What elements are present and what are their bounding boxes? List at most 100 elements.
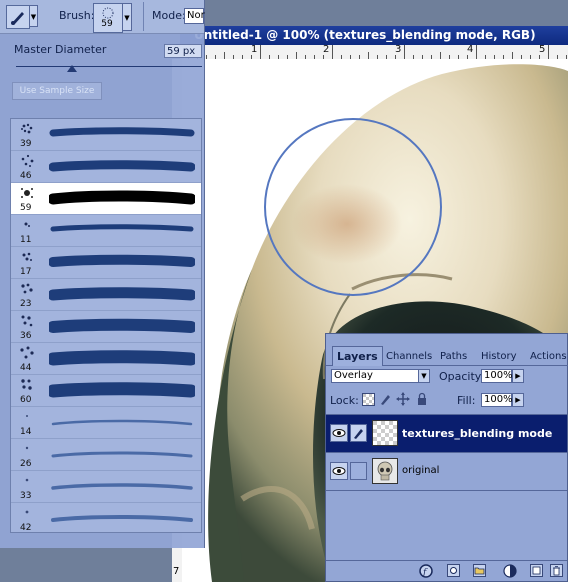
lock-image-icon[interactable]: [379, 392, 391, 406]
brush-preset-item[interactable]: 14: [11, 407, 201, 439]
brush-stroke-preview: [49, 190, 195, 205]
delete-layer-button[interactable]: [550, 564, 563, 577]
brush-preset-item[interactable]: 17: [11, 247, 201, 279]
opacity-input[interactable]: 100%: [481, 369, 513, 383]
ruler-tick: [224, 52, 225, 59]
brush-size-label: 44: [20, 363, 32, 373]
tab-history[interactable]: History: [477, 348, 521, 365]
brush-preset-item-selected[interactable]: 59: [11, 183, 201, 215]
brush-preset-item[interactable]: 46: [11, 151, 201, 183]
layer-name[interactable]: textures_blending mode: [402, 427, 552, 440]
brush-dropdown-arrow[interactable]: ▼: [122, 3, 132, 31]
document-title[interactable]: Untitled-1 @ 100% (textures_blending mod…: [180, 26, 568, 45]
brush-size-label: 39: [20, 139, 32, 149]
tab-paths[interactable]: Paths: [436, 348, 471, 365]
brush-tip-icon: [21, 379, 32, 390]
tab-layers[interactable]: Layers: [332, 346, 383, 366]
lock-transparency-icon[interactable]: [362, 393, 375, 406]
fill-input[interactable]: 100%: [481, 393, 513, 407]
use-sample-size-button[interactable]: Use Sample Size: [12, 82, 102, 100]
skull-thumbnail-icon: [377, 461, 393, 481]
brush-size-label: 17: [20, 267, 32, 277]
ruler-tick: [332, 45, 333, 59]
layer-visibility-toggle[interactable]: [330, 424, 348, 442]
new-layer-button[interactable]: [530, 564, 543, 577]
brush-tip-icon: [21, 283, 33, 294]
blend-mode-select[interactable]: Overlay: [331, 369, 421, 383]
brush-picker-panel: ▼ Brush: 59 ▼ Mode: Nor Master Diameter …: [0, 0, 205, 548]
layer-name[interactable]: original: [402, 465, 439, 476]
brush-preset-item[interactable]: 39: [11, 119, 201, 151]
brush-preset-item[interactable]: 23: [11, 279, 201, 311]
brush-stroke-preview: [49, 127, 195, 137]
brush-tip-icon: [22, 252, 32, 261]
lock-label: Lock:: [330, 394, 359, 407]
ruler-tick: [476, 45, 477, 59]
ruler-tick: [548, 45, 549, 59]
brush-preset-item[interactable]: 26: [11, 439, 201, 471]
new-group-button[interactable]: [473, 564, 486, 577]
brush-preset-item[interactable]: 44: [11, 343, 201, 375]
brush-preset-list: 39 46 59 11 17 23 36 44 60 14 26 33 42: [10, 118, 202, 533]
brush-tip-icon: [102, 7, 114, 19]
brush-preset-item[interactable]: 36: [11, 311, 201, 343]
tab-channels[interactable]: Channels: [382, 348, 436, 365]
layer-row-textures-blending-mode[interactable]: textures_blending mode: [326, 415, 567, 453]
top-ruler: 1 2 3 4 5: [180, 45, 568, 60]
adjustment-layer-icon[interactable]: [502, 563, 518, 579]
brush-preset-item[interactable]: 11: [11, 215, 201, 247]
brush-tool-preset-button[interactable]: [6, 5, 30, 29]
brush-size-label: 46: [20, 171, 32, 181]
brush-tip-icon: [25, 446, 29, 450]
brush-tip-icon: [21, 123, 33, 134]
brush-icon: [11, 12, 24, 25]
layers-footer-toolbar: f: [326, 560, 567, 582]
options-bar: ▼ Brush: 59 ▼ Mode: Nor: [0, 0, 205, 34]
brush-size-label: 60: [20, 395, 32, 405]
layer-thumbnail[interactable]: [372, 458, 398, 484]
master-diameter-slider-thumb[interactable]: [66, 65, 77, 72]
brush-preset-item[interactable]: 33: [11, 471, 201, 503]
master-diameter-slider[interactable]: [16, 66, 202, 67]
layer-link-box[interactable]: [350, 462, 367, 480]
brush-stroke-preview: [49, 350, 195, 366]
brush-stroke-preview: [49, 382, 195, 398]
trash-icon: [553, 566, 560, 576]
ruler-tick: [260, 45, 261, 59]
ruler-tick: [368, 52, 369, 59]
blend-mode-dropdown-arrow[interactable]: ▼: [418, 369, 430, 383]
brush-preview-button[interactable]: 59: [93, 3, 123, 33]
master-diameter-label: Master Diameter: [14, 43, 107, 56]
ruler-tick: [512, 52, 513, 59]
tab-actions[interactable]: Actions: [526, 348, 568, 365]
layers-panel: Layers Channels Paths History Actions Ov…: [325, 333, 568, 582]
mode-select[interactable]: Nor: [184, 8, 205, 24]
eye-icon: [332, 429, 346, 437]
brush-preset-item[interactable]: 60: [11, 375, 201, 407]
layer-style-icon[interactable]: f: [418, 563, 434, 579]
lock-all-icon[interactable]: [416, 392, 428, 406]
mask-icon: [450, 567, 457, 574]
brush-preset-item[interactable]: 42: [11, 503, 201, 532]
layer-visibility-toggle[interactable]: [330, 462, 348, 480]
options-divider: [143, 2, 144, 31]
brush-size-label: 14: [20, 427, 32, 437]
layer-thumbnail[interactable]: [372, 420, 398, 446]
opacity-dropdown-arrow[interactable]: ▶: [512, 369, 524, 383]
layer-paint-indicator[interactable]: [350, 424, 367, 442]
master-diameter-input[interactable]: 59 px: [164, 44, 202, 58]
brush-size-value: 59: [101, 19, 113, 29]
add-mask-button[interactable]: [447, 564, 460, 577]
brush-tip-icon: [20, 346, 34, 359]
layer-row-original[interactable]: original: [326, 453, 567, 491]
tool-preset-dropdown-arrow[interactable]: ▼: [29, 5, 38, 27]
lock-position-icon[interactable]: [396, 392, 410, 406]
brush-tip-icon: [24, 222, 30, 227]
ruler-tick: [296, 52, 297, 59]
brush-tip-icon: [21, 154, 34, 167]
ruler-number: 3: [395, 45, 402, 55]
fill-dropdown-arrow[interactable]: ▶: [512, 393, 524, 407]
brush-size-label: 59: [20, 203, 32, 213]
brush-stroke-preview: [51, 419, 193, 426]
ruler-tick: [440, 52, 441, 59]
